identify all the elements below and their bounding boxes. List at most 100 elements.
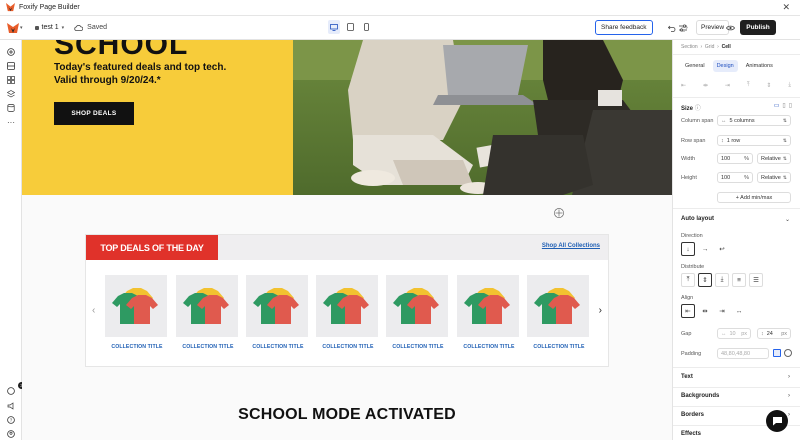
distribute-start-button[interactable]: ⤒: [681, 273, 695, 287]
collection-card[interactable]: COLLECTION TITLE: [386, 275, 450, 350]
add-min-max-button[interactable]: + Add min/max: [717, 192, 791, 203]
collection-card[interactable]: COLLECTION TITLE: [105, 275, 169, 350]
breadcrumb-grid[interactable]: Grid: [705, 44, 714, 50]
width-mode-select[interactable]: Relative ⇅: [757, 153, 791, 164]
tab-animations[interactable]: Animations: [742, 60, 777, 72]
collection-title[interactable]: COLLECTION TITLE: [246, 344, 310, 350]
mobile-icon[interactable]: ▯: [789, 102, 792, 109]
undo-icon[interactable]: [666, 22, 678, 34]
tab-general[interactable]: General: [681, 60, 709, 72]
distribute-end-button[interactable]: ⤓: [715, 273, 729, 287]
hero-text-block[interactable]: SCHOOL Today's featured deals and top te…: [22, 40, 293, 195]
row-span-select[interactable]: ↕ 1 row ⇅: [717, 135, 791, 146]
add-element-icon[interactable]: [6, 47, 16, 57]
distribute-around-button[interactable]: ☰: [749, 273, 763, 287]
carousel-prev-icon[interactable]: ‹: [92, 305, 95, 316]
direction-wrap-button[interactable]: ↩: [715, 242, 729, 256]
shop-all-collections-link[interactable]: Shop All Collections: [542, 243, 600, 249]
padding-individual-icon[interactable]: [784, 349, 792, 357]
share-feedback-button[interactable]: Share feedback: [595, 20, 653, 35]
top-deals-section[interactable]: TOP DEALS OF THE DAY Shop All Collection…: [85, 234, 609, 367]
height-mode-select[interactable]: Relative ⇅: [757, 172, 791, 183]
desktop-icon[interactable]: ▭: [774, 102, 780, 109]
height-input[interactable]: 100 %: [717, 172, 753, 183]
collection-title[interactable]: COLLECTION TITLE: [386, 344, 450, 350]
padding-input[interactable]: 48,80,48,80: [717, 348, 769, 359]
publish-button[interactable]: Publish: [740, 20, 776, 35]
foxify-logo-icon: [6, 3, 15, 12]
align-top-icon[interactable]: ⤒: [747, 82, 750, 89]
close-icon[interactable]: ✕: [782, 2, 790, 13]
padding-uniform-icon[interactable]: [773, 349, 781, 357]
align-center-button[interactable]: ⇹: [698, 304, 712, 318]
collection-card[interactable]: COLLECTION TITLE: [176, 275, 240, 350]
direction-vertical-button[interactable]: ↓: [681, 242, 695, 256]
align-middle-icon[interactable]: ⇕: [766, 82, 771, 89]
account-icon[interactable]: [6, 429, 16, 439]
more-icon[interactable]: ···: [6, 117, 16, 127]
tab-design[interactable]: Design: [712, 60, 738, 72]
hero-subtitle-line2: Valid through 9/20/24.*: [54, 75, 161, 86]
chevron-right-icon[interactable]: ›: [788, 393, 790, 399]
carousel-next-icon[interactable]: ›: [599, 305, 602, 316]
text-section[interactable]: Text: [681, 374, 693, 380]
align-center-h-icon[interactable]: ⇹: [703, 82, 708, 89]
tablet-icon[interactable]: ▯: [782, 102, 785, 109]
database-icon[interactable]: [6, 103, 16, 113]
collection-card[interactable]: COLLECTION TITLE: [316, 275, 380, 350]
info-icon[interactable]: ⓘ: [695, 106, 701, 112]
drag-move-icon[interactable]: [554, 208, 564, 218]
backgrounds-section[interactable]: Backgrounds: [681, 393, 719, 399]
distribute-center-button[interactable]: ⇕: [698, 273, 712, 287]
distribute-between-button[interactable]: ≡: [732, 273, 746, 287]
desktop-view-button[interactable]: [328, 20, 340, 34]
chat-support-button[interactable]: [766, 410, 788, 432]
collection-card[interactable]: COLLECTION TITLE: [527, 275, 591, 350]
arrows-v-icon: ↕: [721, 137, 724, 144]
chevron-right-icon[interactable]: ›: [788, 374, 790, 380]
breadcrumb-section[interactable]: Section: [681, 44, 698, 50]
align-stretch-button[interactable]: ↔: [732, 304, 746, 318]
collection-card[interactable]: COLLECTION TITLE: [457, 275, 521, 350]
shop-deals-button[interactable]: SHOP DEALS: [54, 102, 134, 125]
align-end-button[interactable]: ⇥: [715, 304, 729, 318]
collection-title[interactable]: COLLECTION TITLE: [527, 344, 591, 350]
layers-icon[interactable]: [6, 89, 16, 99]
borders-section[interactable]: Borders: [681, 412, 704, 418]
direction-horizontal-button[interactable]: →: [698, 242, 712, 256]
sections-icon[interactable]: [6, 61, 16, 71]
tablet-view-button[interactable]: [344, 20, 356, 34]
collection-title[interactable]: COLLECTION TITLE: [105, 344, 169, 350]
foxify-menu-icon[interactable]: [7, 22, 19, 34]
page-canvas[interactable]: SCHOOL Today's featured deals and top te…: [22, 40, 672, 440]
width-input[interactable]: 100 %: [717, 153, 753, 164]
collection-title[interactable]: COLLECTION TITLE: [457, 344, 521, 350]
hero-image[interactable]: [293, 40, 672, 195]
arrows-h-icon: ↔: [721, 117, 727, 124]
gap-x-input[interactable]: ↔ 10 px: [717, 328, 751, 339]
menu-chevron-icon[interactable]: ▾: [20, 25, 23, 31]
help-icon[interactable]: ?: [6, 415, 16, 425]
align-left-icon[interactable]: ⇤: [681, 82, 686, 89]
collection-card[interactable]: COLLECTION TITLE: [246, 275, 310, 350]
chevron-down-icon[interactable]: ⌄: [785, 216, 790, 223]
hero-subtitle: Today's featured deals and top tech. Val…: [54, 61, 274, 87]
eye-icon[interactable]: [724, 22, 736, 34]
chevron-updown-icon: ⇅: [782, 137, 787, 144]
effects-section[interactable]: Effects: [681, 431, 701, 437]
align-right-icon[interactable]: ⇥: [725, 82, 730, 89]
collection-title[interactable]: COLLECTION TITLE: [316, 344, 380, 350]
page-selector[interactable]: test 1 ▾: [34, 24, 64, 31]
app-window: Foxify Page Builder ✕ ▾ test 1 ▾ Saved S: [0, 0, 800, 440]
notifications-icon[interactable]: 3: [6, 382, 25, 396]
align-bottom-icon[interactable]: ⤓: [788, 82, 791, 89]
gap-y-input[interactable]: ↕ 24 px: [757, 328, 791, 339]
collection-title[interactable]: COLLECTION TITLE: [176, 344, 240, 350]
apps-icon[interactable]: [6, 75, 16, 85]
chevron-right-icon[interactable]: ›: [788, 412, 790, 418]
megaphone-icon[interactable]: [6, 401, 16, 411]
mobile-view-button[interactable]: [360, 20, 372, 34]
align-start-button[interactable]: ⇤: [681, 304, 695, 318]
column-span-select[interactable]: ↔ 5 columns ⇅: [717, 115, 791, 126]
redo-icon[interactable]: [678, 22, 690, 34]
